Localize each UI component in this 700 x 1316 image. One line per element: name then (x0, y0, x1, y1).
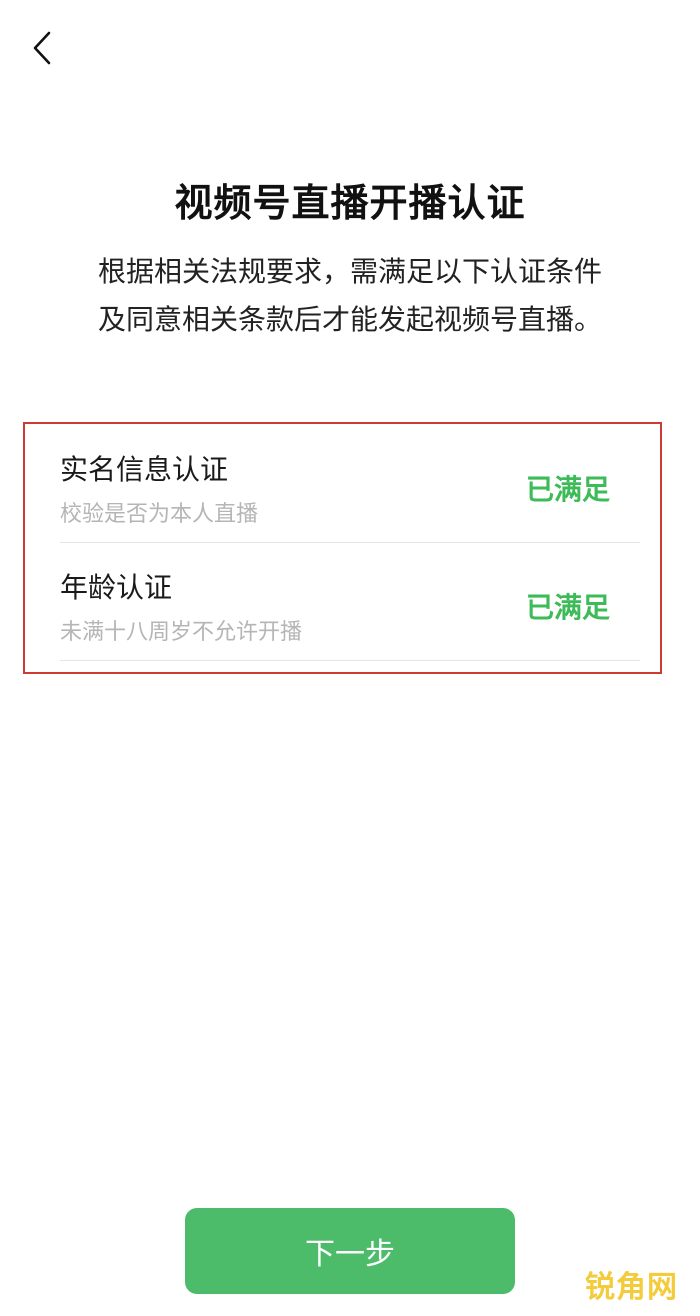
requirement-status-badge: 已满足 (525, 591, 610, 624)
page-description: 根据相关法规要求，需满足以下认证条件 及同意相关条款后才能发起视频号直播。 (50, 248, 650, 344)
next-step-button[interactable]: 下一步 (185, 1208, 515, 1294)
requirements-card: 实名信息认证 校验是否为本人直播 已满足 年龄认证 未满十八周岁不允许开播 已满… (23, 422, 662, 674)
watermark-logo: 锐角网 (585, 1270, 678, 1305)
requirement-subtitle: 未满十八周岁不允许开播 (60, 620, 303, 645)
requirement-age: 年龄认证 未满十八周岁不允许开播 已满足 (60, 542, 640, 661)
requirement-title: 年龄认证 (60, 571, 173, 604)
requirement-title: 实名信息认证 (60, 453, 229, 486)
requirement-subtitle: 校验是否为本人直播 (60, 502, 259, 527)
page-title: 视频号直播开播认证 (174, 181, 526, 225)
description-line: 根据相关法规要求，需满足以下认证条件 (97, 255, 602, 288)
back-button[interactable] (22, 28, 62, 68)
requirement-status-badge: 已满足 (525, 473, 610, 506)
requirement-real-name: 实名信息认证 校验是否为本人直播 已满足 (60, 424, 640, 543)
description-line: 及同意相关条款后才能发起视频号直播。 (97, 303, 602, 336)
chevron-left-icon (33, 31, 51, 65)
